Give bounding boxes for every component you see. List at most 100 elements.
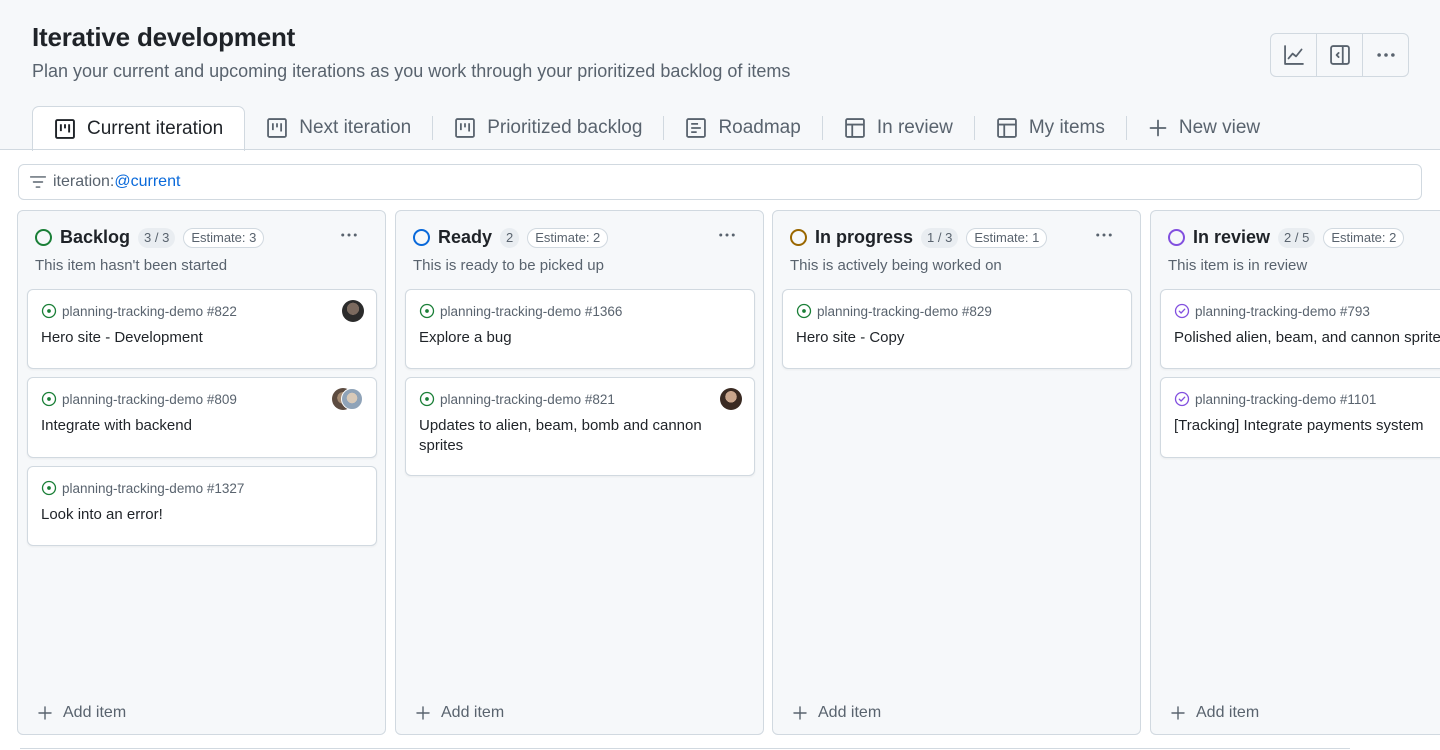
issue-open-icon	[41, 480, 57, 496]
issue-open-icon	[41, 391, 57, 407]
more-horizontal-icon	[1376, 53, 1395, 57]
tab-label: Next iteration	[299, 117, 412, 138]
card-meta: planning-tracking-demo #1327	[41, 480, 244, 496]
card-repo-label: planning-tracking-demo #809	[62, 391, 237, 407]
tab-label: New view	[1178, 117, 1261, 138]
card-meta: planning-tracking-demo #821	[419, 391, 615, 407]
add-item-label: Add item	[441, 704, 505, 721]
card-meta: planning-tracking-demo #822	[41, 303, 237, 319]
column-menu-button[interactable]	[717, 225, 737, 245]
estimate-badge: Estimate: 2	[1323, 227, 1405, 248]
issue-card[interactable]: planning-tracking-demo #1366 Explore a b…	[405, 289, 755, 369]
tab-in-review[interactable]: In review	[823, 106, 974, 150]
issue-card[interactable]: planning-tracking-demo #1327 Look into a…	[27, 466, 377, 546]
side-panel-button[interactable]	[1317, 34, 1363, 76]
insights-graph-icon	[1283, 45, 1304, 65]
issue-card[interactable]: planning-tracking-demo #793 Polished ali…	[1160, 289, 1440, 369]
column-menu-button[interactable]	[339, 225, 359, 245]
board-icon	[455, 118, 476, 138]
column-menu-button[interactable]	[1094, 225, 1114, 245]
roadmap-icon	[686, 118, 707, 138]
column-in-review: In review 2 / 5 Estimate: 2 This item is…	[1150, 210, 1440, 735]
tab-roadmap[interactable]: Roadmap	[664, 106, 821, 150]
tab-next-iteration[interactable]: Next iteration	[245, 106, 432, 150]
board-icon	[55, 119, 75, 139]
estimate-badge: Estimate: 1	[966, 227, 1048, 248]
project-actions	[1270, 33, 1409, 77]
more-horizontal-icon	[341, 233, 357, 237]
status-circle-icon	[1168, 229, 1185, 246]
plus-icon	[1171, 706, 1185, 720]
card-repo-label: planning-tracking-demo #793	[1195, 303, 1370, 319]
card-repo-label: planning-tracking-demo #821	[440, 391, 615, 407]
card-repo-label: planning-tracking-demo #1101	[1195, 391, 1377, 407]
tab-current-iteration[interactable]: Current iteration	[32, 106, 246, 151]
tab-my-items[interactable]: My items	[975, 106, 1126, 150]
card-title: Polished alien, beam, and cannon sprites	[1174, 329, 1440, 346]
add-item-button[interactable]: Add item	[37, 704, 126, 722]
insights-button[interactable]	[1271, 34, 1317, 76]
card-meta: planning-tracking-demo #1101	[1174, 391, 1376, 407]
plus-icon	[793, 706, 807, 720]
column-backlog: Backlog 3 / 3 Estimate: 3 This item hasn…	[17, 210, 386, 735]
filter-icon	[29, 176, 47, 188]
column-name: Backlog	[60, 227, 131, 247]
column-header: Backlog 3 / 3 Estimate: 3	[35, 227, 265, 248]
issue-card[interactable]: planning-tracking-demo #809 Integrate wi…	[27, 377, 377, 458]
column-header: In review 2 / 5 Estimate: 2	[1168, 227, 1405, 248]
item-count-badge: 3 / 3	[138, 227, 176, 248]
column-description: This is ready to be picked up	[413, 257, 604, 274]
issue-card[interactable]: planning-tracking-demo #822 Hero site - …	[27, 289, 377, 369]
horizontal-scrollbar[interactable]	[20, 748, 1350, 749]
card-repo-label: planning-tracking-demo #822	[62, 303, 237, 319]
column-header: In progress 1 / 3 Estimate: 1	[790, 227, 1048, 248]
card-repo-label: planning-tracking-demo #1366	[440, 303, 623, 319]
filter-key: iteration:	[53, 173, 115, 190]
column-name: In progress	[815, 227, 914, 247]
column-description: This item hasn't been started	[35, 257, 228, 274]
issue-card[interactable]: planning-tracking-demo #821 Updates to a…	[405, 377, 755, 476]
item-count-badge: 2 / 5	[1278, 227, 1316, 248]
tab-prioritized-backlog[interactable]: Prioritized backlog	[433, 106, 663, 150]
card-meta: planning-tracking-demo #1366	[419, 303, 622, 319]
more-horizontal-icon	[719, 233, 735, 237]
board-icon	[267, 118, 288, 138]
issue-card[interactable]: planning-tracking-demo #1101 [Tracking] …	[1160, 377, 1440, 458]
avatar[interactable]	[720, 388, 742, 410]
issue-card[interactable]: planning-tracking-demo #829 Hero site - …	[782, 289, 1132, 369]
card-title: [Tracking] Integrate payments system	[1174, 417, 1424, 434]
add-item-button[interactable]: Add item	[1170, 704, 1259, 722]
column-name: Ready	[438, 227, 493, 247]
estimate-badge: Estimate: 3	[183, 227, 265, 248]
item-count-badge: 1 / 3	[921, 227, 959, 248]
tab-label: Prioritized backlog	[487, 117, 643, 138]
column-description: This is actively being worked on	[790, 257, 1002, 274]
card-title: Hero site - Copy	[796, 329, 905, 346]
issue-open-icon	[796, 303, 812, 319]
plus-icon	[416, 706, 430, 720]
more-options-button[interactable]	[1363, 34, 1408, 76]
column-in-progress: In progress 1 / 3 Estimate: 1 This is ac…	[772, 210, 1141, 735]
card-meta: planning-tracking-demo #793	[1174, 303, 1370, 319]
add-item-label: Add item	[818, 704, 882, 721]
card-title: Look into an error!	[41, 506, 163, 523]
add-item-label: Add item	[63, 704, 127, 721]
tab-label: In review	[876, 117, 953, 138]
avatar[interactable]	[342, 300, 364, 322]
issue-open-icon	[419, 303, 435, 319]
filter-value: @current	[114, 173, 181, 190]
column-header: Ready 2 Estimate: 2	[413, 227, 609, 248]
more-horizontal-icon	[1096, 233, 1112, 237]
avatar[interactable]	[341, 388, 363, 410]
card-title: Integrate with backend	[41, 417, 192, 434]
add-item-button[interactable]: Add item	[792, 704, 881, 722]
filter-input[interactable]: iteration: @current	[18, 164, 1422, 200]
status-circle-icon	[790, 229, 807, 246]
project-header: Iterative development Plan your current …	[32, 22, 790, 82]
card-repo-label: planning-tracking-demo #829	[817, 303, 992, 319]
new-view-button[interactable]: New view	[1127, 106, 1281, 150]
column-name: In review	[1193, 227, 1271, 247]
card-title: Hero site - Development	[41, 329, 203, 346]
tab-label: My items	[1028, 117, 1105, 138]
add-item-button[interactable]: Add item	[415, 704, 504, 722]
